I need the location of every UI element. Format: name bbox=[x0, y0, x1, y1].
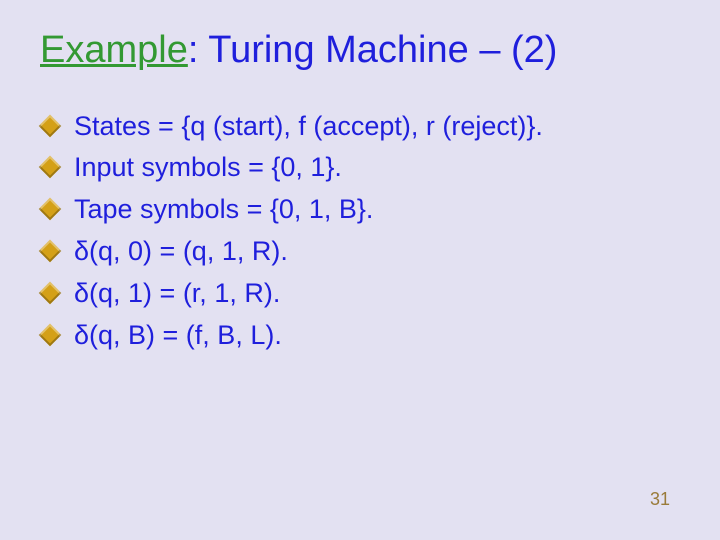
list-item: δ(q, 0) = (q, 1, R). bbox=[40, 231, 680, 273]
diamond-bullet-icon bbox=[39, 156, 62, 179]
list-item: δ(q, B) = (f, B, L). bbox=[40, 315, 680, 357]
page-number: 31 bbox=[650, 489, 670, 510]
list-item-text: Tape symbols = {0, 1, B}. bbox=[74, 194, 373, 224]
list-item-text: δ(q, 1) = (r, 1, R). bbox=[74, 278, 280, 308]
list-item-text: δ(q, B) = (f, B, L). bbox=[74, 320, 282, 350]
bullet-list: States = {q (start), f (accept), r (reje… bbox=[40, 106, 680, 357]
list-item-text: States = {q (start), f (accept), r (reje… bbox=[74, 111, 543, 141]
slide-title: Example: Turing Machine – (2) bbox=[40, 28, 680, 74]
title-rest: : Turing Machine – (2) bbox=[188, 29, 558, 71]
title-accent: Example bbox=[40, 29, 188, 71]
list-item-text: Input symbols = {0, 1}. bbox=[74, 152, 342, 182]
slide: Example: Turing Machine – (2) States = {… bbox=[0, 0, 720, 540]
list-item: States = {q (start), f (accept), r (reje… bbox=[40, 106, 680, 148]
diamond-bullet-icon bbox=[39, 323, 62, 346]
diamond-bullet-icon bbox=[39, 282, 62, 305]
list-item-text: δ(q, 0) = (q, 1, R). bbox=[74, 236, 288, 266]
list-item: δ(q, 1) = (r, 1, R). bbox=[40, 273, 680, 315]
list-item: Tape symbols = {0, 1, B}. bbox=[40, 189, 680, 231]
diamond-bullet-icon bbox=[39, 240, 62, 263]
list-item: Input symbols = {0, 1}. bbox=[40, 147, 680, 189]
diamond-bullet-icon bbox=[39, 198, 62, 221]
diamond-bullet-icon bbox=[39, 114, 62, 137]
